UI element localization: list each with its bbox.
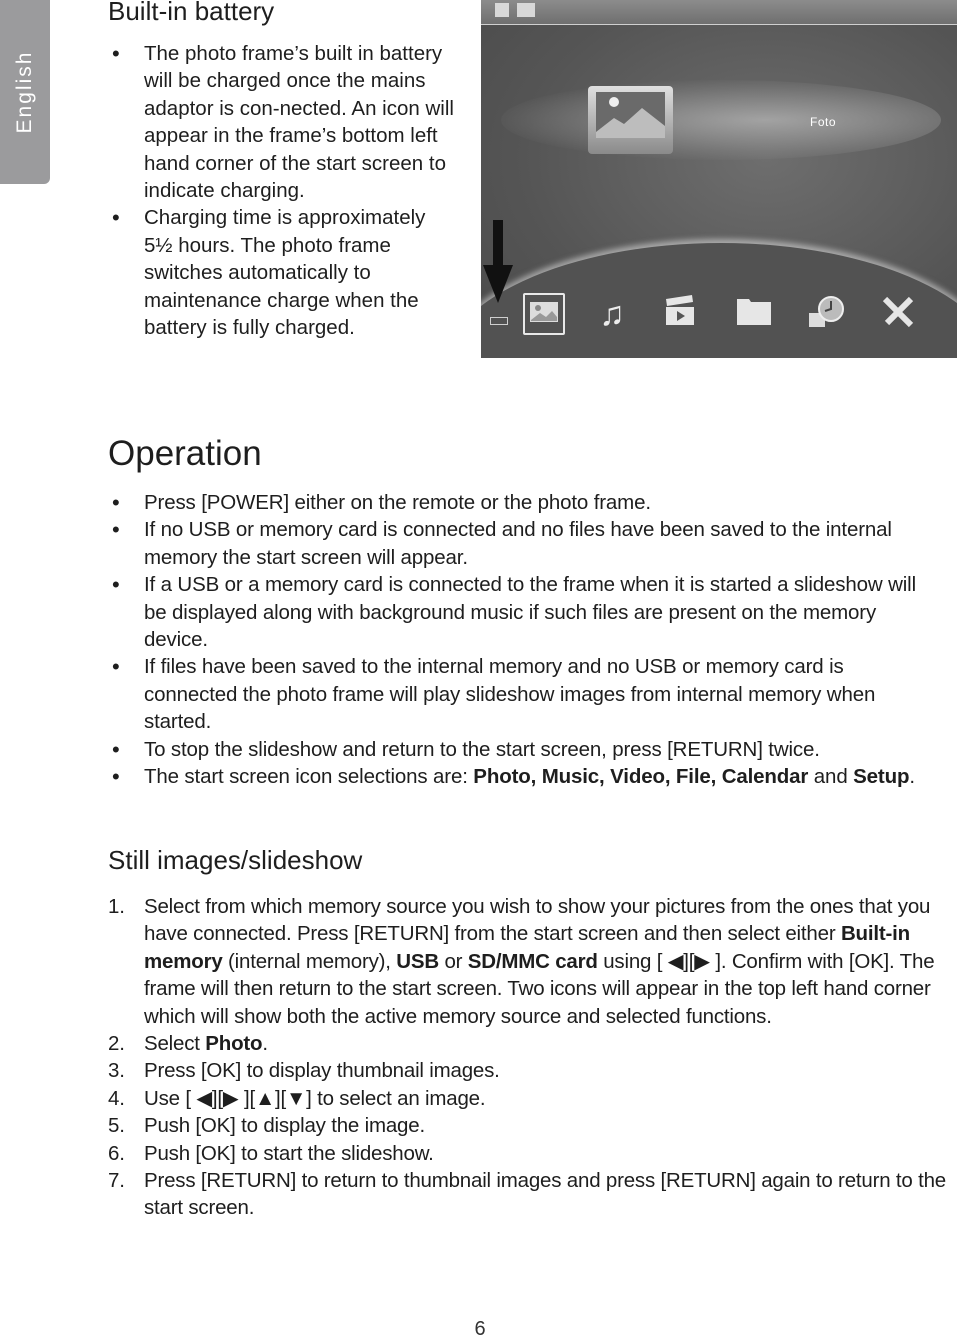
step-number: 5.	[108, 1114, 125, 1138]
bold-text: Setup	[853, 765, 910, 789]
file-icon	[733, 293, 775, 335]
operation-bullet-list: Press [POWER] either on the remote or th…	[108, 489, 928, 791]
step-number: 4.	[108, 1086, 125, 1110]
text-fragment: Press [RETURN] to return to thumbnail im…	[144, 1169, 946, 1220]
list-item: If a USB or a memory card is connected t…	[108, 571, 928, 653]
memory-source-icon	[495, 3, 509, 17]
calendar-icon	[805, 293, 847, 335]
selection-swoosh	[501, 80, 941, 160]
text-fragment: Use [ ◀][▶ ][▲][▼] to select an image.	[144, 1086, 486, 1110]
step-item: 6. Push [OK] to start the slideshow.	[108, 1140, 953, 1167]
music-icon: ♫	[599, 295, 625, 333]
text-fragment: .	[262, 1032, 268, 1056]
battery-bullet-list: The photo frame’s built in battery will …	[108, 40, 458, 341]
list-item: If no USB or memory card is connected an…	[108, 516, 928, 571]
text-fragment: Press [OK] to display thumbnail images.	[144, 1059, 500, 1083]
section-heading-battery: Built-in battery	[108, 0, 275, 26]
list-item: To stop the slideshow and return to the …	[108, 736, 928, 764]
step-number: 6.	[108, 1141, 125, 1165]
bold-text: Photo, Music, Video, File, Calendar	[473, 765, 809, 789]
text-fragment: .	[909, 765, 915, 789]
section-heading-still-images: Still images/slideshow	[108, 845, 363, 875]
step-item: 2. Select Photo.	[108, 1030, 953, 1057]
page-number: 6	[474, 1318, 486, 1340]
bold-text: USB	[396, 949, 439, 973]
photo-icon	[523, 293, 565, 335]
step-item: 4. Use [ ◀][▶ ][▲][▼] to select an image.	[108, 1085, 953, 1112]
photo-function-icon	[517, 3, 535, 17]
step-number: 3.	[108, 1059, 125, 1083]
selected-item-label: Foto	[810, 115, 837, 129]
text-fragment: Push [OK] to display the image.	[144, 1114, 425, 1138]
section-heading-operation: Operation	[108, 434, 262, 473]
step-item: 5. Push [OK] to display the image.	[108, 1112, 953, 1139]
step-item: 7. Press [RETURN] to return to thumbnail …	[108, 1167, 953, 1222]
text-fragment: Select	[144, 1032, 206, 1056]
step-number: 2.	[108, 1032, 125, 1056]
list-item: The start screen icon selections are: Ph…	[108, 763, 928, 791]
step-number: 1.	[108, 895, 125, 918]
down-arrow-head-icon	[483, 265, 513, 303]
bold-text: Photo	[205, 1032, 263, 1056]
step-item: 1. Select from which memory source you wi…	[108, 893, 953, 1030]
start-screen-image: Foto ♫	[481, 0, 957, 358]
text-fragment: or	[438, 949, 468, 973]
language-tab: English	[0, 0, 50, 184]
text-fragment: (internal memory),	[222, 949, 397, 973]
text-fragment: The start screen icon selections are:	[144, 765, 474, 789]
battery-charging-icon	[490, 317, 508, 325]
still-images-steps: 1. Select from which memory source you wi…	[108, 893, 953, 1222]
text-fragment: and	[808, 765, 854, 789]
large-photo-icon	[588, 86, 673, 154]
language-tab-label: English	[13, 50, 36, 134]
screen-top-bar	[481, 0, 957, 25]
setup-icon	[877, 293, 919, 335]
start-menu-icons: ♫	[519, 293, 939, 341]
text-fragment: Push [OK] to start the slideshow.	[144, 1141, 434, 1165]
bold-text: SD/MMC card	[467, 949, 598, 973]
landscape-glyph-icon	[596, 97, 665, 138]
text-fragment: Select from which memory source you wish…	[144, 895, 931, 946]
step-item: 3. Press [OK] to display thumbnail images…	[108, 1057, 953, 1084]
list-item: The photo frame’s built in battery will …	[108, 40, 458, 204]
list-item: Charging time is approximately 5½ hours.…	[108, 204, 458, 341]
step-number: 7.	[108, 1169, 125, 1193]
list-item: If files have been saved to the internal…	[108, 653, 928, 735]
list-item: Press [POWER] either on the remote or th…	[108, 489, 928, 517]
video-icon	[659, 293, 701, 335]
